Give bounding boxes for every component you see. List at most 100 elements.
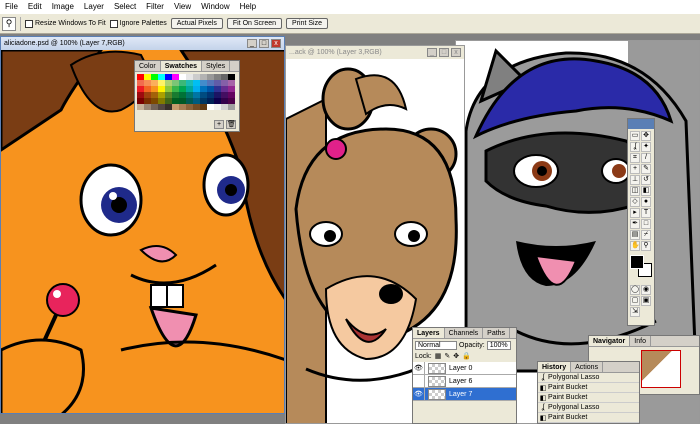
tab-channels[interactable]: Channels (445, 328, 484, 338)
color-swatch[interactable] (137, 104, 144, 110)
lock-move-icon[interactable]: ✥ (453, 352, 459, 360)
stamp-tool-icon[interactable]: ⊥ (630, 175, 640, 185)
menu-layer[interactable]: Layer (79, 0, 109, 14)
history-item[interactable]: ʆ Polygonal Lasso (538, 373, 639, 383)
heal-tool-icon[interactable]: + (630, 164, 640, 174)
shape-tool-icon[interactable]: □ (641, 219, 651, 229)
dodge-tool-icon[interactable]: ● (641, 197, 651, 207)
ignore-palettes-checkbox[interactable]: Ignore Palettes (109, 19, 167, 28)
tab-swatches[interactable]: Swatches (160, 61, 203, 71)
history-item-label: Polygonal Lasso (548, 404, 600, 411)
trash-icon[interactable]: 🗑 (226, 120, 236, 129)
color-swatch[interactable] (214, 104, 221, 110)
opacity-input[interactable]: 100% (486, 341, 511, 350)
move-tool-icon[interactable]: ✥ (641, 131, 651, 141)
color-swatch[interactable] (158, 104, 165, 110)
lasso-tool-icon[interactable]: ʆ (630, 142, 640, 152)
history-item[interactable]: ◧ Paint Bucket (538, 393, 639, 403)
print-size-button[interactable]: Print Size (286, 18, 328, 29)
menu-window[interactable]: Window (196, 0, 234, 14)
marquee-tool-icon[interactable]: ▭ (630, 131, 640, 141)
menu-file[interactable]: File (0, 0, 23, 14)
blur-tool-icon[interactable]: ◇ (630, 197, 640, 207)
color-swatch[interactable] (200, 104, 207, 110)
history-item[interactable]: ʆ Polygonal Lasso (538, 403, 639, 413)
fit-on-screen-button[interactable]: Fit On Screen (226, 18, 283, 29)
menu-help[interactable]: Help (235, 0, 261, 14)
pen-tool-icon[interactable]: ✒ (630, 219, 640, 229)
color-swatch[interactable] (221, 104, 228, 110)
hand-tool-icon[interactable]: ✋ (630, 241, 640, 251)
maximize-icon[interactable]: □ (259, 39, 269, 48)
type-tool-icon[interactable]: T (641, 208, 651, 218)
tab-navigator[interactable]: Navigator (589, 336, 631, 346)
resize-windows-checkbox[interactable]: Resize Windows To Fit (25, 19, 106, 28)
notes-tool-icon[interactable]: ▤ (630, 230, 640, 240)
fullscreen-mode-icon[interactable]: ▣ (641, 296, 651, 306)
minimize-icon[interactable]: _ (247, 39, 257, 48)
crop-tool-icon[interactable]: ⌗ (630, 153, 640, 163)
eraser-tool-icon[interactable]: ◫ (630, 186, 640, 196)
layer-row[interactable]: 👁 Layer 0 (413, 361, 516, 375)
lock-transparency-icon[interactable]: ▦ (435, 352, 442, 360)
quickmask-mode-icon[interactable]: ◉ (641, 285, 651, 295)
layer-row[interactable]: Layer 6 (413, 374, 516, 388)
zoom-icon[interactable]: ⚲ (641, 241, 651, 251)
color-swatch[interactable] (165, 104, 172, 110)
actual-pixels-button[interactable]: Actual Pixels (170, 18, 223, 29)
standard-mode-icon[interactable]: ◯ (630, 285, 640, 295)
eye-icon[interactable] (413, 374, 425, 388)
tab-paths[interactable]: Paths (483, 328, 511, 338)
minimize-icon[interactable]: _ (427, 48, 437, 57)
history-item[interactable]: ◧ Paint Bucket (538, 383, 639, 393)
eye-icon[interactable]: 👁 (413, 361, 425, 375)
color-swatch[interactable] (179, 104, 186, 110)
color-swatch[interactable] (207, 104, 214, 110)
eyedropper-icon[interactable]: ⌿ (641, 230, 651, 240)
tab-actions[interactable]: Actions (571, 362, 604, 372)
foreground-color-swatch[interactable] (630, 255, 644, 269)
screen-mode-icon[interactable]: ▢ (630, 296, 640, 306)
close-icon[interactable]: x (451, 48, 461, 57)
navigator-preview[interactable] (641, 350, 681, 388)
menu-view[interactable]: View (169, 0, 196, 14)
layer-thumbnail (428, 375, 446, 387)
tools-title-bar[interactable] (628, 119, 654, 129)
tab-info[interactable]: Info (630, 336, 651, 346)
color-swatch[interactable] (144, 104, 151, 110)
bucket-tool-icon[interactable]: ◧ (641, 186, 651, 196)
new-swatch-icon[interactable]: + (214, 120, 224, 129)
bucket-icon: ◧ (539, 384, 547, 392)
tab-layers[interactable]: Layers (413, 328, 445, 338)
magic-wand-icon[interactable]: ✦ (641, 142, 651, 152)
menu-edit[interactable]: Edit (23, 0, 47, 14)
layer-row-selected[interactable]: 👁 Layer 7 (413, 387, 516, 401)
tools-grid: ▭ ✥ ʆ ✦ ⌗ / + ✎ ⊥ ↺ ◫ ◧ ◇ ● ▸ T ✒ □ ▤ ⌿ … (628, 129, 654, 253)
tab-styles[interactable]: Styles (202, 61, 231, 71)
color-swatch[interactable] (193, 104, 200, 110)
maximize-icon[interactable]: □ (439, 48, 449, 57)
zoom-tool-icon[interactable]: ⚲ (2, 16, 16, 31)
main-title-bar[interactable]: aliciadone.psd @ 100% (Layer 7,RGB) _ □ … (1, 37, 284, 50)
color-swatch[interactable] (186, 104, 193, 110)
color-swatch[interactable] (172, 104, 179, 110)
eye-icon[interactable]: 👁 (413, 387, 425, 401)
blend-mode-select[interactable]: Normal (415, 341, 457, 350)
slice-tool-icon[interactable]: / (641, 153, 651, 163)
tab-history[interactable]: History (538, 362, 572, 372)
history-item[interactable]: ◧ Paint Bucket (538, 413, 639, 423)
menu-image[interactable]: Image (47, 0, 79, 14)
color-swatch[interactable] (151, 104, 158, 110)
tab-color[interactable]: Color (135, 61, 161, 71)
brush-tool-icon[interactable]: ✎ (641, 164, 651, 174)
menu-select[interactable]: Select (109, 0, 141, 14)
jump-to-imageready-icon[interactable]: ⇲ (630, 307, 640, 317)
lock-paint-icon[interactable]: ✎ (444, 352, 450, 360)
color-swatch[interactable] (228, 104, 235, 110)
path-select-icon[interactable]: ▸ (630, 208, 640, 218)
bear-title-bar[interactable]: ...ack @ 100% (Layer 3,RGB) _ □ x (286, 46, 464, 59)
menu-filter[interactable]: Filter (141, 0, 169, 14)
history-brush-icon[interactable]: ↺ (641, 175, 651, 185)
lock-all-icon[interactable]: 🔒 (462, 352, 471, 360)
close-icon[interactable]: x (271, 39, 281, 48)
